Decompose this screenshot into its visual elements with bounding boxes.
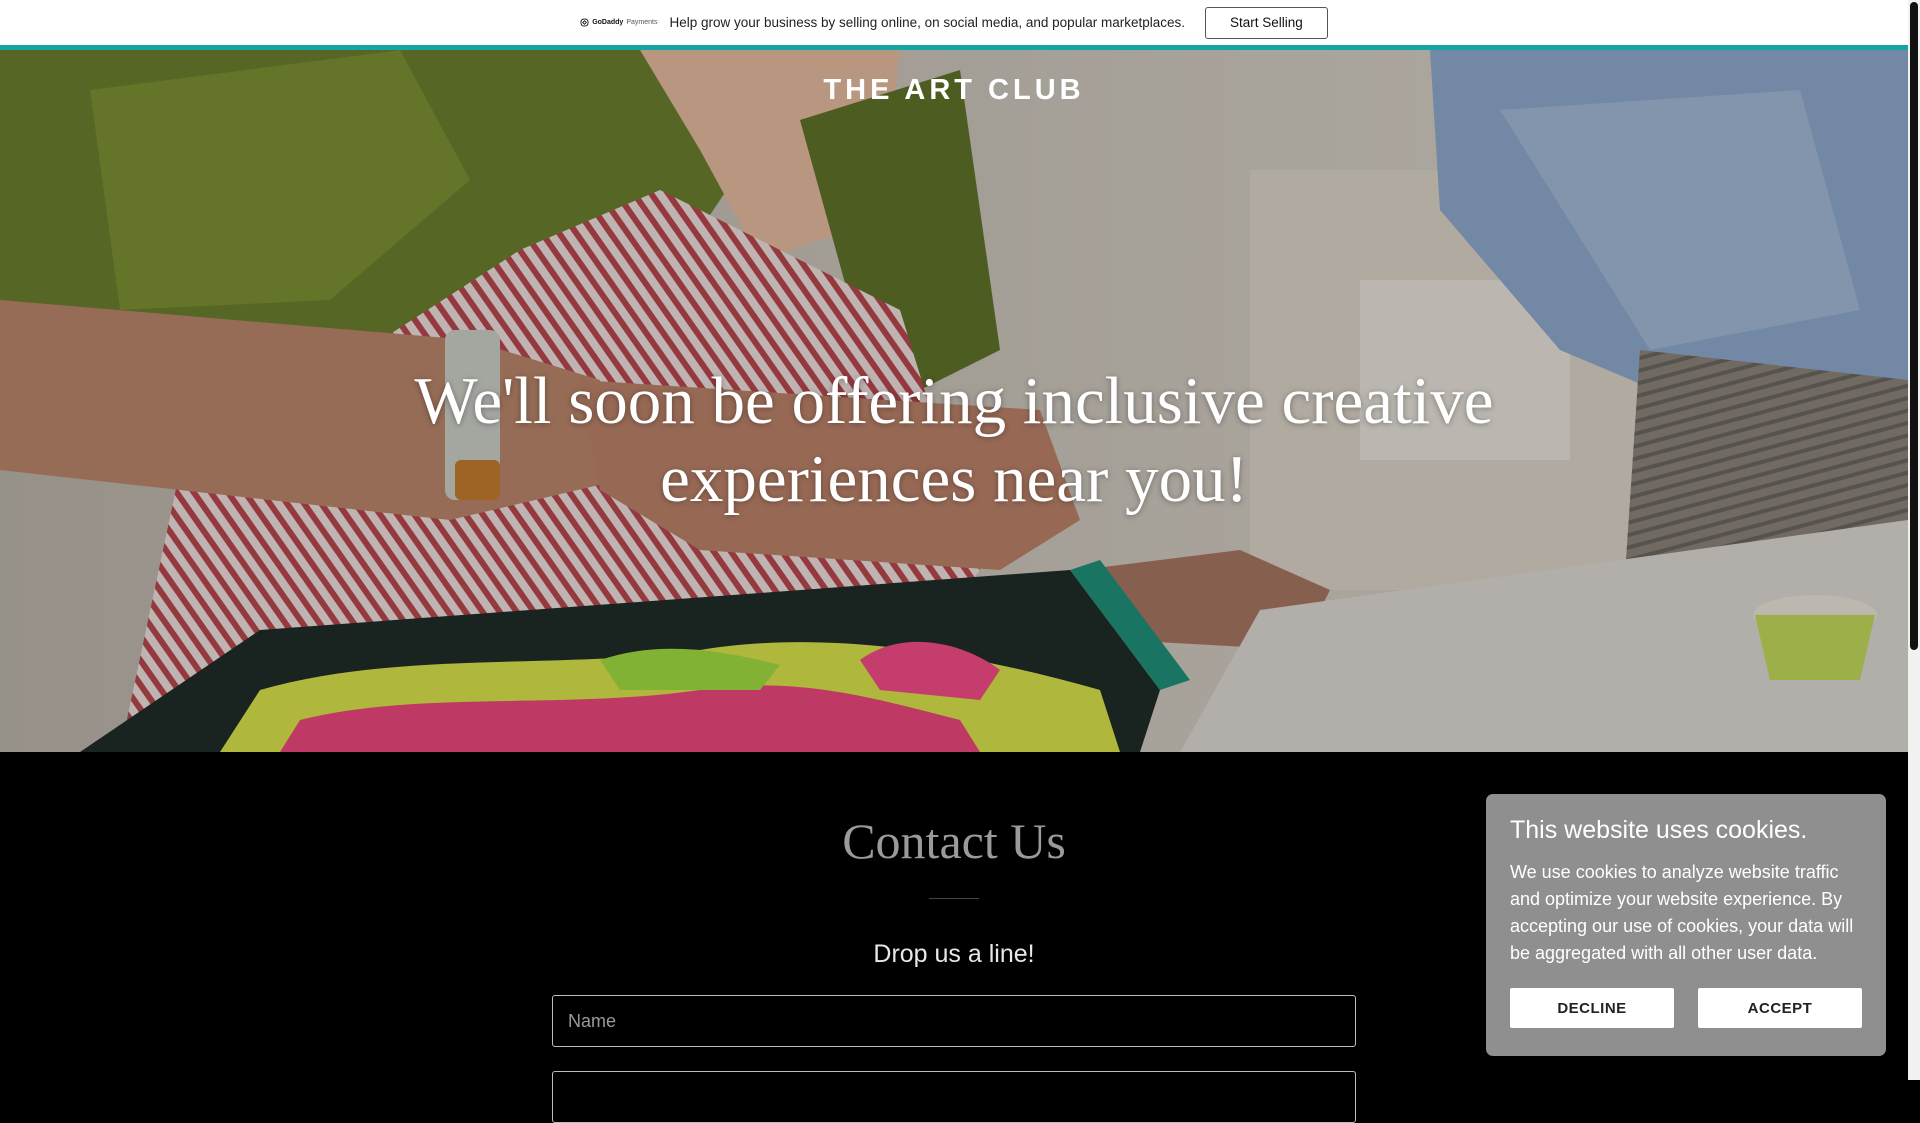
hero-headline: We'll soon be offering inclusive creativ… — [414, 364, 1494, 516]
site-title[interactable]: THE ART CLUB — [0, 74, 1908, 107]
hero-section: THE ART CLUB We'll soon be offering incl… — [0, 50, 1908, 752]
name-input[interactable] — [552, 995, 1356, 1047]
cookie-banner: This website uses cookies. We use cookie… — [1486, 794, 1886, 1056]
cookie-text: We use cookies to analyze website traffi… — [1510, 862, 1854, 963]
decline-button[interactable]: DECLINE — [1510, 988, 1674, 1028]
email-input[interactable] — [552, 1071, 1356, 1123]
promo-message: Help grow your business by selling onlin… — [669, 15, 1185, 30]
accept-button[interactable]: ACCEPT — [1698, 988, 1862, 1028]
logo-product-text: Payments — [626, 19, 658, 26]
cookie-buttons: DECLINE ACCEPT — [1510, 988, 1862, 1028]
logo-brand-text: GoDaddy — [592, 19, 624, 26]
godaddy-payments-logo: GoDaddy Payments — [580, 18, 657, 27]
cookie-title: This website uses cookies. — [1510, 816, 1808, 844]
scrollbar-thumb[interactable] — [1910, 2, 1918, 650]
godaddy-logo-icon — [580, 18, 589, 27]
title-divider — [929, 898, 979, 899]
start-selling-button[interactable]: Start Selling — [1204, 6, 1328, 39]
page-scrollbar[interactable] — [1908, 0, 1920, 1080]
promo-bar: GoDaddy Payments Help grow your business … — [0, 0, 1908, 45]
